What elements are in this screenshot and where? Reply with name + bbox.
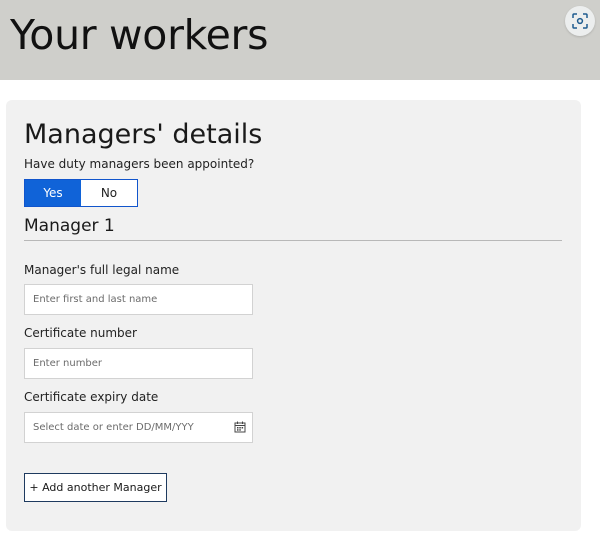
page-header: Your workers [0,0,600,80]
page: Your workers Managers' details Have duty… [0,0,600,545]
scan-button[interactable] [565,6,595,36]
section-title: Managers' details [24,119,263,150]
managers-card: Managers' details Have duty managers bee… [6,100,581,531]
page-title: Your workers [10,11,269,59]
certificate-label: Certificate number [24,326,137,340]
calendar-icon[interactable] [234,421,246,433]
appointed-question: Have duty managers been appointed? [24,157,255,171]
name-label: Manager's full legal name [24,263,180,277]
no-button[interactable]: No [81,180,137,206]
certificate-input[interactable] [24,348,253,379]
scan-icon [572,13,588,29]
yes-button[interactable]: Yes [25,180,81,206]
appointed-toggle: Yes No [24,179,138,207]
expiry-input[interactable] [25,413,220,442]
manager-heading: Manager 1 [24,216,115,236]
expiry-field [24,412,253,443]
divider [24,240,562,241]
add-manager-button[interactable]: + Add another Manager [24,473,167,502]
expiry-label: Certificate expiry date [24,390,159,404]
name-input[interactable] [24,284,253,315]
